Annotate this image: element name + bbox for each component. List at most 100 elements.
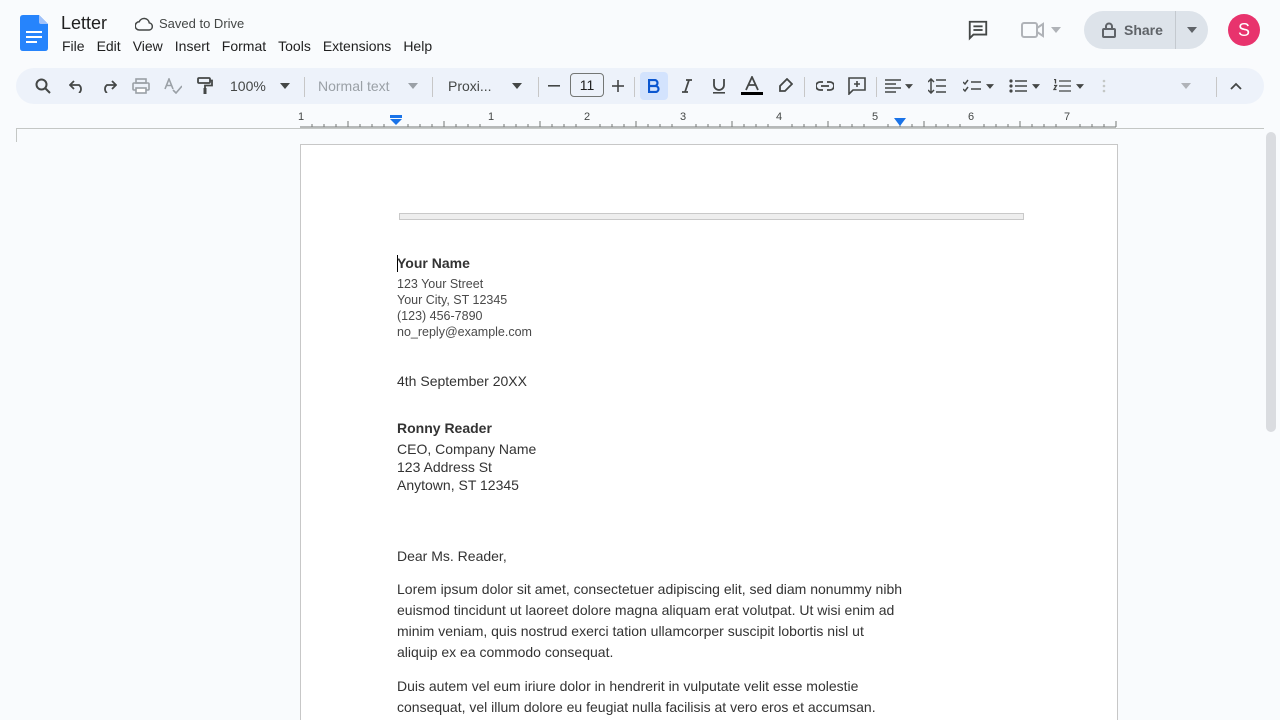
canvas-top-border [16, 128, 1264, 129]
menu-help[interactable]: Help [397, 38, 438, 54]
minus-icon [548, 85, 560, 87]
line-spacing-icon [928, 78, 946, 94]
header-rule [399, 213, 1024, 220]
numbered-list-button[interactable] [1048, 72, 1088, 100]
chevron-down-icon [985, 83, 994, 89]
bullet-list-button[interactable] [1004, 72, 1044, 100]
redo-button[interactable] [96, 72, 122, 100]
chevron-down-icon [1187, 27, 1197, 33]
recipient-name[interactable]: Ronny Reader [397, 420, 492, 436]
chevron-down-icon [280, 83, 290, 89]
toolbar-divider [634, 77, 635, 97]
menu-bar: File Edit View Insert Format Tools Exten… [62, 38, 438, 54]
ruler-label: 4 [776, 111, 783, 123]
body-paragraph-1[interactable]: Lorem ipsum dolor sit amet, consectetuer… [397, 579, 907, 663]
right-indent-marker-icon[interactable] [894, 118, 906, 126]
print-button[interactable] [128, 72, 154, 100]
chevron-down-icon [1031, 83, 1040, 89]
undo-button[interactable] [64, 72, 90, 100]
share-button-group: Share [1084, 11, 1208, 49]
docs-logo-icon[interactable] [20, 15, 48, 51]
account-avatar[interactable]: S [1228, 14, 1260, 46]
paint-format-button[interactable] [192, 72, 218, 100]
increase-font-size-button[interactable] [608, 72, 628, 100]
document-title[interactable]: Letter [61, 13, 107, 34]
mode-dropdown[interactable] [1178, 72, 1194, 100]
chevron-down-icon [1181, 83, 1191, 89]
ruler-ticks [300, 121, 1117, 128]
sender-street[interactable]: 123 Your Street [397, 277, 483, 291]
left-indent-marker-icon[interactable] [390, 115, 402, 125]
body-paragraph-2[interactable]: Duis autem vel eum iriure dolor in hendr… [397, 676, 907, 718]
search-menus-button[interactable] [30, 72, 56, 100]
more-options-button[interactable] [1096, 72, 1112, 100]
toolbar-divider [1216, 77, 1217, 97]
toolbar-divider [432, 77, 433, 97]
zoom-value: 100% [230, 78, 266, 94]
ruler-label: 1 [488, 111, 495, 123]
font-size-input[interactable]: 11 [570, 73, 604, 97]
italic-button[interactable] [674, 72, 700, 100]
bold-icon [648, 79, 660, 93]
text-color-button[interactable] [738, 72, 766, 100]
menu-extensions[interactable]: Extensions [317, 38, 397, 54]
ruler-label: 2 [584, 111, 591, 123]
bold-button[interactable] [640, 72, 668, 100]
decrease-font-size-button[interactable] [544, 72, 564, 100]
save-status[interactable]: Saved to Drive [135, 16, 244, 31]
menu-insert[interactable]: Insert [169, 38, 216, 54]
ruler-label: 3 [680, 111, 687, 123]
bullet-list-icon [1008, 79, 1027, 93]
print-icon [132, 78, 150, 94]
meet-icon[interactable] [1018, 18, 1064, 42]
search-icon [35, 78, 51, 94]
sender-name[interactable]: Your Name [397, 255, 470, 271]
letter-date[interactable]: 4th September 20XX [397, 373, 527, 389]
vertical-scrollbar[interactable] [1266, 132, 1276, 432]
share-button[interactable]: Share [1084, 11, 1176, 49]
underline-icon [713, 79, 725, 94]
sender-email[interactable]: no_reply@example.com [397, 325, 532, 339]
undo-icon [69, 80, 82, 93]
document-page[interactable]: Your Name 123 Your Street Your City, ST … [300, 144, 1118, 720]
paragraph-style-value: Normal text [318, 78, 390, 94]
recipient-title[interactable]: CEO, Company Name [397, 441, 536, 457]
comments-icon[interactable] [964, 18, 992, 42]
add-comment-button[interactable] [844, 72, 870, 100]
ruler-label: 7 [1064, 111, 1071, 123]
menu-edit[interactable]: Edit [91, 38, 127, 54]
align-button[interactable] [882, 72, 916, 100]
line-spacing-button[interactable] [924, 72, 950, 100]
checklist-button[interactable] [958, 72, 998, 100]
share-dropdown-button[interactable] [1176, 11, 1208, 49]
redo-icon [104, 80, 117, 93]
text-color-icon [741, 76, 763, 95]
canvas-left-border [16, 128, 17, 142]
recipient-street[interactable]: 123 Address St [397, 459, 492, 475]
menu-view[interactable]: View [127, 38, 169, 54]
checklist-icon [962, 79, 981, 93]
menu-file[interactable]: File [62, 38, 91, 54]
paragraph-style-select[interactable]: Normal text [314, 72, 422, 100]
zoom-select[interactable]: 100% [226, 72, 294, 100]
align-icon [885, 79, 901, 93]
font-select[interactable]: Proxi... [444, 72, 526, 100]
menu-format[interactable]: Format [216, 38, 272, 54]
menu-tools[interactable]: Tools [272, 38, 317, 54]
underline-button[interactable] [706, 72, 732, 100]
save-status-text: Saved to Drive [159, 16, 245, 31]
spellcheck-button[interactable] [160, 72, 186, 100]
highlight-button[interactable] [772, 72, 798, 100]
toolbar-divider [538, 77, 539, 97]
paint-format-icon [197, 77, 213, 94]
recipient-city[interactable]: Anytown, ST 12345 [397, 477, 519, 493]
cloud-done-icon [135, 17, 153, 31]
salutation[interactable]: Dear Ms. Reader, [397, 548, 507, 564]
ruler-label: 6 [968, 111, 975, 123]
sender-city[interactable]: Your City, ST 12345 [397, 293, 507, 307]
insert-link-button[interactable] [812, 72, 838, 100]
formatting-toolbar: 100% Normal text Proxi... 11 [16, 68, 1264, 104]
hide-menus-button[interactable] [1224, 72, 1248, 100]
sender-phone[interactable]: (123) 456-7890 [397, 309, 482, 323]
horizontal-ruler[interactable]: 1 1 2 3 4 5 6 7 [16, 110, 1264, 142]
